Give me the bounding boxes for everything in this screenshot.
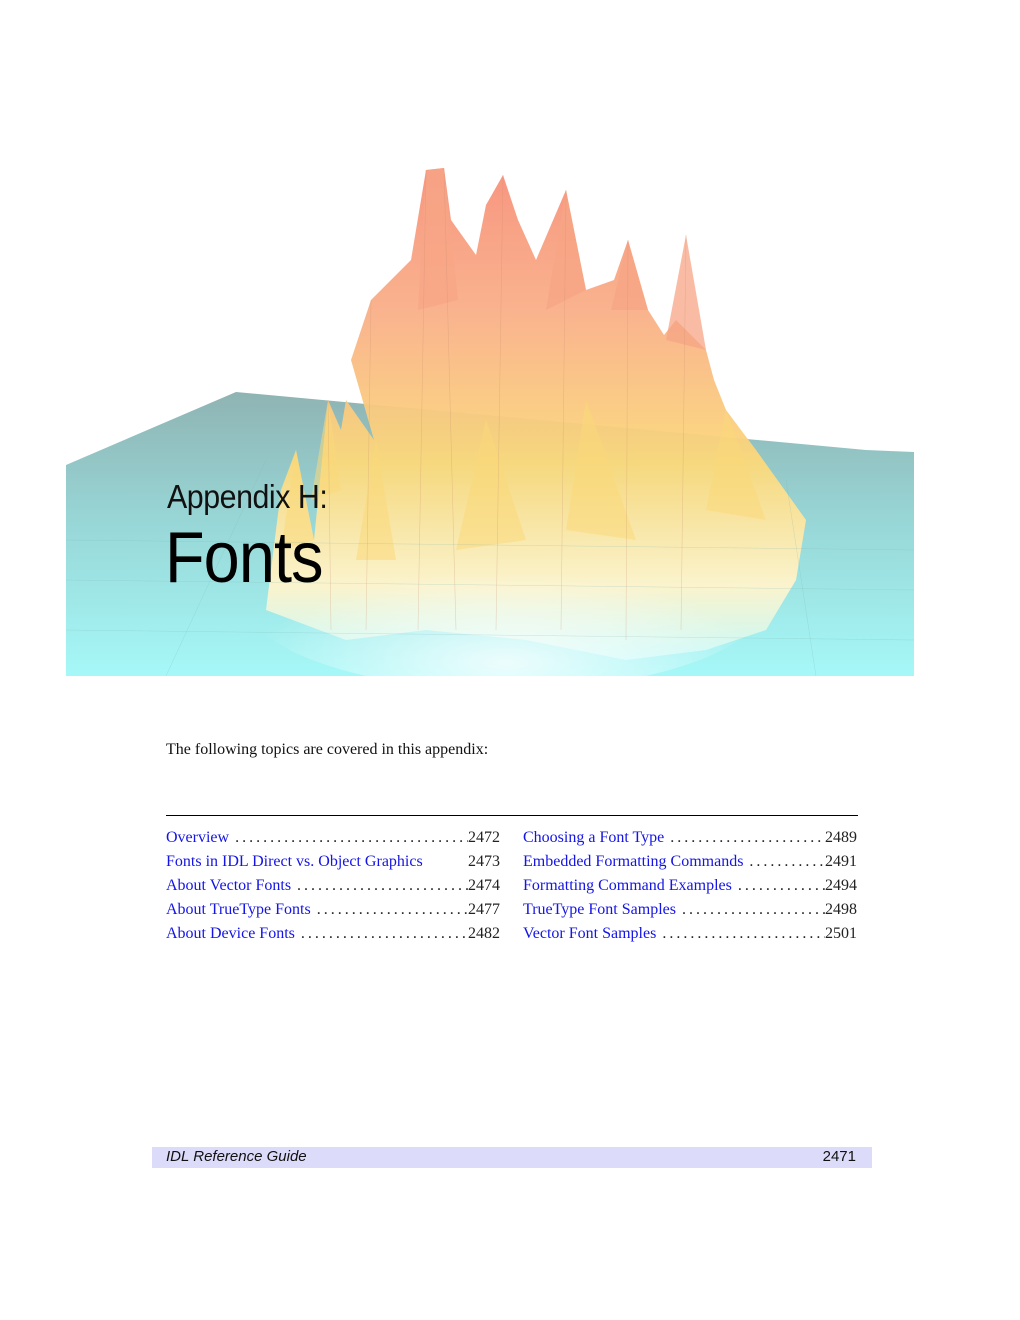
toc-entry[interactable]: TrueType Font Samples ..................… — [523, 898, 857, 922]
toc-entry[interactable]: Vector Font Samples ....................… — [523, 922, 857, 946]
toc-page-number: 2491 — [825, 853, 857, 870]
toc-leader: ........................................… — [749, 853, 825, 870]
toc-page-number: 2474 — [468, 877, 500, 894]
toc-link[interactable]: Choosing a Font Type — [523, 826, 664, 850]
toc-page-number: 2482 — [468, 925, 500, 942]
toc-right-column: Choosing a Font Type ...................… — [523, 826, 857, 946]
toc-leader: ........................................… — [300, 925, 468, 942]
page-footer: IDL Reference Guide 2471 — [152, 1147, 872, 1168]
toc-entry[interactable]: About TrueType Fonts ...................… — [166, 898, 500, 922]
toc-entry[interactable]: About Device Fonts .....................… — [166, 922, 500, 946]
toc-leader: ........................................… — [297, 877, 468, 894]
toc-page-number: 2501 — [825, 925, 857, 942]
toc-page-number: 2477 — [468, 901, 500, 918]
toc-leader: ........................................… — [670, 829, 825, 846]
toc-link[interactable]: About Vector Fonts — [166, 874, 291, 898]
toc-entry[interactable]: Fonts in IDL Direct vs. Object Graphics … — [166, 850, 500, 874]
toc-leader: ........................................… — [681, 901, 825, 918]
hero-surface-plot-image — [66, 160, 914, 676]
toc-leader: ........................................… — [235, 829, 468, 846]
toc-page-number: 2494 — [825, 877, 857, 894]
toc-link[interactable]: About Device Fonts — [166, 922, 295, 946]
toc-leader: ........................................… — [737, 877, 825, 894]
toc-link[interactable]: TrueType Font Samples — [523, 898, 676, 922]
toc-link[interactable]: Vector Font Samples — [523, 922, 656, 946]
chapter-title: Fonts — [165, 518, 323, 598]
toc-entry[interactable]: Overview ...............................… — [166, 826, 500, 850]
toc-entry[interactable]: Formatting Command Examples ............… — [523, 874, 857, 898]
toc-divider — [166, 815, 858, 816]
toc-page-number: 2473 — [468, 853, 500, 870]
intro-text: The following topics are covered in this… — [166, 741, 489, 758]
toc-page-number: 2498 — [825, 901, 857, 918]
toc-page-number: 2489 — [825, 829, 857, 846]
toc-entry[interactable]: Choosing a Font Type ...................… — [523, 826, 857, 850]
toc-entry[interactable]: About Vector Fonts .....................… — [166, 874, 500, 898]
chapter-label: Appendix H: — [167, 478, 328, 515]
toc-link[interactable]: Embedded Formatting Commands — [523, 850, 743, 874]
toc-link[interactable]: About TrueType Fonts — [166, 898, 311, 922]
toc-page-number: 2472 — [468, 829, 500, 846]
toc-link[interactable]: Fonts in IDL Direct vs. Object Graphics — [166, 850, 423, 874]
footer-book-title: IDL Reference Guide — [166, 1148, 307, 1165]
toc-left-column: Overview ...............................… — [166, 826, 500, 946]
surface-plot-graphic — [66, 167, 914, 676]
footer-page-number: 2471 — [822, 1148, 856, 1165]
toc-leader: ........................................… — [662, 925, 825, 942]
toc-entry[interactable]: Embedded Formatting Commands ...........… — [523, 850, 857, 874]
toc-leader: ........................................… — [316, 901, 468, 918]
toc-link[interactable]: Overview — [166, 826, 229, 850]
toc-link[interactable]: Formatting Command Examples — [523, 874, 732, 898]
